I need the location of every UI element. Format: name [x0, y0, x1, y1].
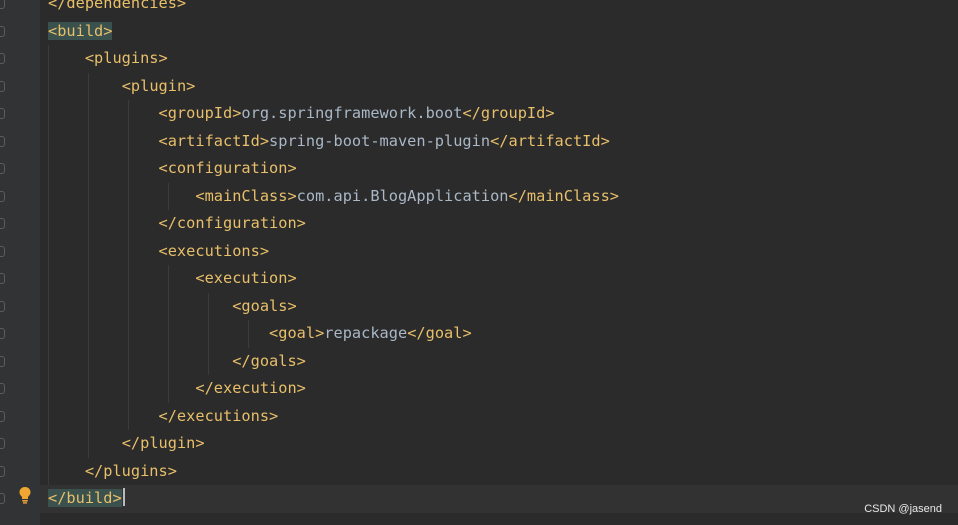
code-line[interactable]: <build>	[48, 18, 958, 46]
indent-guide	[248, 320, 249, 348]
fold-marker-icon[interactable]	[0, 0, 5, 9]
xml-text: com.api.BlogApplication	[296, 186, 509, 205]
code-line[interactable]: </execution>	[48, 375, 958, 403]
code-line[interactable]: <mainClass>com.api.BlogApplication</main…	[48, 183, 958, 211]
fold-marker-icon[interactable]	[0, 273, 5, 284]
xml-tag: </groupId>	[462, 104, 555, 122]
watermark: CSDN @jasend	[864, 503, 942, 515]
xml-text: org.springframework.boot	[241, 104, 463, 122]
code-line[interactable]: <execution>	[48, 265, 958, 293]
code-line[interactable]: <artifactId>spring-boot-maven-plugin</ar…	[48, 128, 958, 156]
xml-tag: <artifactId>	[158, 131, 270, 150]
fold-marker-icon[interactable]	[0, 80, 5, 92]
xml-tag: </goals>	[232, 351, 306, 370]
fold-marker-icon[interactable]	[0, 465, 5, 477]
fold-marker-icon[interactable]	[0, 383, 5, 394]
xml-tag: <build>	[48, 21, 113, 40]
code-line[interactable]: <goals>	[48, 293, 958, 321]
fold-marker-icon[interactable]	[0, 493, 5, 504]
lightbulb-icon[interactable]	[18, 486, 32, 504]
code-editor[interactable]: </dependencies> <build> <plugins> <plugin…	[0, 0, 958, 525]
xml-tag: <configuration>	[158, 159, 297, 177]
xml-tag: </executions>	[158, 406, 279, 425]
code-line[interactable]: </executions>	[48, 403, 958, 431]
xml-tag: </execution>	[195, 379, 306, 397]
fold-marker-icon[interactable]	[0, 190, 5, 202]
code-line[interactable]: </dependencies>	[48, 0, 958, 18]
xml-tag: <execution>	[195, 269, 297, 287]
xml-text: spring-boot-maven-plugin	[269, 131, 491, 150]
code-line[interactable]: <groupId>org.springframework.boot</group…	[48, 100, 958, 128]
fold-marker-icon[interactable]	[0, 25, 5, 37]
fold-marker-icon[interactable]	[0, 218, 5, 229]
xml-tag: </configuration>	[158, 214, 306, 232]
text-caret	[122, 488, 125, 506]
code-line[interactable]: <goal>repackage</goal>	[48, 320, 958, 348]
fold-marker-icon[interactable]	[0, 300, 5, 312]
fold-marker-icon[interactable]	[0, 438, 5, 449]
xml-tag: </mainClass>	[508, 186, 620, 205]
indent-guide	[48, 45, 49, 485]
editor-gutter[interactable]	[0, 0, 40, 525]
xml-tag: </dependencies>	[48, 0, 187, 12]
xml-tag: <plugin>	[121, 76, 196, 95]
xml-tag: </goal>	[407, 324, 472, 342]
indent-guide	[88, 72, 89, 458]
code-line[interactable]: <plugin>	[48, 73, 958, 101]
xml-tag: </artifactId>	[490, 131, 610, 150]
xml-tag: <groupId>	[158, 104, 242, 122]
fold-marker-icon[interactable]	[0, 108, 5, 119]
fold-marker-icon[interactable]	[0, 135, 5, 147]
xml-tag: </build>	[48, 489, 122, 507]
code-line[interactable]: <configuration>	[48, 155, 958, 183]
code-area[interactable]: </dependencies> <build> <plugins> <plugin…	[40, 0, 958, 525]
fold-marker-icon[interactable]	[0, 328, 5, 339]
code-line[interactable]: </configuration>	[48, 210, 958, 238]
code-line[interactable]: <executions>	[48, 238, 958, 266]
code-line[interactable]: </build>	[40, 485, 958, 513]
code-line[interactable]: </plugin>	[48, 430, 958, 458]
fold-marker-icon[interactable]	[0, 245, 5, 257]
fold-marker-icon[interactable]	[0, 355, 5, 367]
fold-marker-icon[interactable]	[0, 53, 5, 64]
xml-tag: <plugins>	[84, 49, 168, 67]
xml-tag: </plugin>	[121, 434, 205, 452]
xml-tag: <mainClass>	[195, 186, 297, 205]
indent-guide	[128, 100, 129, 430]
xml-text: repackage	[324, 324, 408, 342]
code-line[interactable]: <plugins>	[48, 45, 958, 73]
fold-marker-icon[interactable]	[0, 410, 5, 422]
xml-tag: <goal>	[269, 324, 325, 342]
xml-tag: <goals>	[232, 296, 297, 315]
code-line[interactable]: </plugins>	[48, 458, 958, 486]
xml-tag: <executions>	[158, 241, 270, 260]
indent-guide	[168, 182, 169, 210]
indent-guide	[168, 265, 169, 403]
fold-marker-icon[interactable]	[0, 163, 5, 174]
code-line[interactable]: </goals>	[48, 348, 958, 376]
indent-guide	[208, 292, 209, 375]
xml-tag: </plugins>	[84, 461, 177, 480]
